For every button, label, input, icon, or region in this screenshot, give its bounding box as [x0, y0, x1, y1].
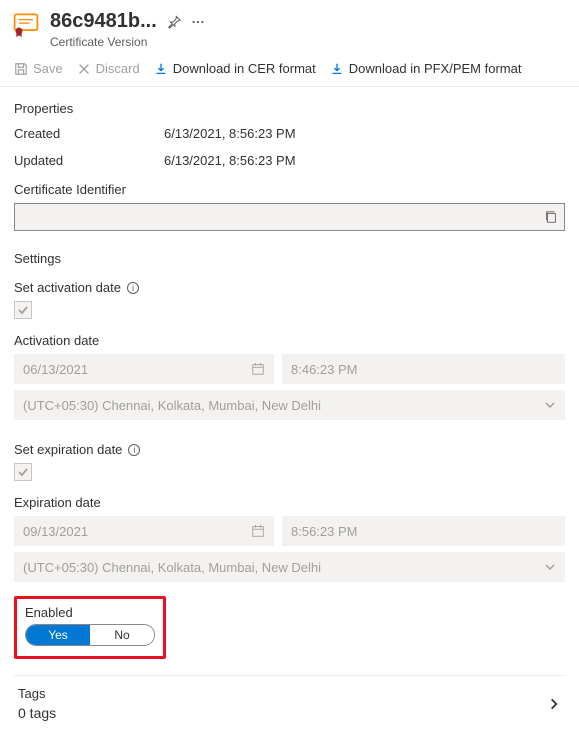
identifier-input[interactable]	[21, 210, 544, 225]
activation-checkbox[interactable]	[14, 301, 32, 319]
info-icon[interactable]: i	[128, 444, 140, 456]
created-value: 6/13/2021, 8:56:23 PM	[164, 126, 565, 141]
expiration-tz-select[interactable]: (UTC+05:30) Chennai, Kolkata, Mumbai, Ne…	[14, 552, 565, 582]
download-cer-button[interactable]: Download in CER format	[154, 61, 316, 76]
chevron-down-icon	[544, 561, 556, 573]
discard-label: Discard	[96, 61, 140, 76]
tags-count: 0 tags	[18, 705, 56, 721]
download-cer-label: Download in CER format	[173, 61, 316, 76]
page-subtitle: Certificate Version	[50, 35, 567, 49]
pin-icon[interactable]	[167, 15, 181, 29]
properties-heading: Properties	[14, 101, 565, 116]
activation-tz-select[interactable]: (UTC+05:30) Chennai, Kolkata, Mumbai, Ne…	[14, 390, 565, 420]
enabled-label: Enabled	[25, 605, 155, 620]
content: Properties Created 6/13/2021, 8:56:23 PM…	[0, 87, 579, 731]
created-row: Created 6/13/2021, 8:56:23 PM	[14, 126, 565, 141]
chevron-right-icon	[547, 697, 561, 711]
tags-label: Tags	[18, 686, 56, 701]
download-icon	[330, 62, 344, 76]
settings-heading: Settings	[14, 251, 565, 266]
enabled-yes[interactable]: Yes	[26, 625, 90, 645]
info-icon[interactable]: i	[127, 282, 139, 294]
save-button[interactable]: Save	[14, 61, 63, 76]
title-block: 86c9481b... Certificate Version	[50, 10, 567, 49]
expiration-date-input[interactable]: 09/13/2021	[14, 516, 274, 546]
activation-date-input[interactable]: 06/13/2021	[14, 354, 274, 384]
updated-label: Updated	[14, 153, 164, 168]
download-pfx-label: Download in PFX/PEM format	[349, 61, 522, 76]
activation-toggle-label: Set activation date i	[14, 280, 565, 295]
expiration-toggle-label: Set expiration date i	[14, 442, 565, 457]
copy-icon[interactable]	[544, 210, 558, 224]
activation-date-row: 06/13/2021 8:46:23 PM	[14, 354, 565, 384]
expiration-checkbox[interactable]	[14, 463, 32, 481]
certificate-icon	[12, 10, 40, 38]
tags-row[interactable]: Tags 0 tags	[14, 675, 565, 721]
tags-left: Tags 0 tags	[18, 686, 56, 721]
enabled-toggle[interactable]: Yes No	[25, 624, 155, 646]
created-label: Created	[14, 126, 164, 141]
calendar-icon	[251, 362, 265, 376]
download-icon	[154, 62, 168, 76]
more-icon[interactable]	[191, 15, 205, 29]
page-title: 86c9481b...	[50, 10, 157, 33]
updated-value: 6/13/2021, 8:56:23 PM	[164, 153, 565, 168]
discard-button[interactable]: Discard	[77, 61, 140, 76]
identifier-field[interactable]	[14, 203, 565, 231]
expiration-time-input[interactable]: 8:56:23 PM	[282, 516, 565, 546]
save-icon	[14, 62, 28, 76]
enabled-no[interactable]: No	[90, 625, 154, 645]
expiration-date-row: 09/13/2021 8:56:23 PM	[14, 516, 565, 546]
activation-date-label: Activation date	[14, 333, 565, 348]
save-label: Save	[33, 61, 63, 76]
calendar-icon	[251, 524, 265, 538]
identifier-label: Certificate Identifier	[14, 182, 565, 197]
expiration-date-label: Expiration date	[14, 495, 565, 510]
chevron-down-icon	[544, 399, 556, 411]
enabled-highlight: Enabled Yes No	[14, 596, 166, 659]
activation-time-input[interactable]: 8:46:23 PM	[282, 354, 565, 384]
download-pfx-button[interactable]: Download in PFX/PEM format	[330, 61, 522, 76]
toolbar: Save Discard Download in CER format Down…	[0, 57, 579, 87]
discard-icon	[77, 62, 91, 76]
updated-row: Updated 6/13/2021, 8:56:23 PM	[14, 153, 565, 168]
header: 86c9481b... Certificate Version	[0, 0, 579, 57]
